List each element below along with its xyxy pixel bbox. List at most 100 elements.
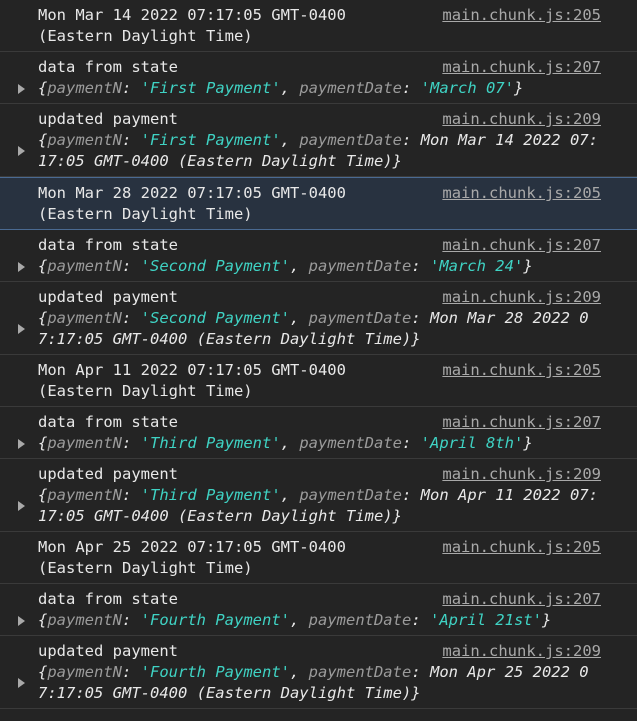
colon: : [122,309,141,327]
console-message[interactable]: Mon Apr 11 2022 07:17:05 GMT-0400 (Easte… [0,355,637,407]
expand-triangle-icon[interactable] [18,616,25,626]
source-link[interactable]: main.chunk.js:209 [430,287,601,308]
console-message[interactable]: data from state main.chunk.js:207 {payment… [0,230,637,282]
expand-triangle-icon[interactable] [18,324,25,334]
console-message[interactable]: data from state main.chunk.js:207 {payment… [0,52,637,104]
comma: , [289,257,309,275]
log-label: data from state [38,236,178,254]
brace-open: { [38,79,48,97]
object-preview[interactable]: {paymentN: 'Third Payment', paymentDate:… [18,433,601,454]
source-link[interactable]: main.chunk.js:209 [430,641,601,662]
object-preview[interactable]: {paymentN: 'Second Payment', paymentDate… [18,308,601,350]
expand-triangle-icon[interactable] [18,501,25,511]
brace-open: { [38,257,48,275]
log-label: data from state [38,590,178,608]
console-panel: Mon Mar 14 2022 07:17:05 GMT-0400 (Easte… [0,0,637,721]
value: 'March 24' [429,257,524,275]
brace-close: } [541,611,552,629]
key-label: paymentN [47,611,122,629]
colon: : [122,79,141,97]
colon: : [401,131,421,149]
brace-close: } [392,152,402,170]
expand-triangle-icon[interactable] [18,678,25,688]
value-string: 'Second Payment' [140,257,290,275]
brace-close: } [523,257,533,275]
comma: , [289,611,309,629]
brace-open: { [38,486,48,504]
comma: , [289,663,309,681]
colon: : [401,434,421,452]
log-text: Mon Apr 11 2022 07:17:05 GMT-0400 (Easte… [38,361,346,400]
log-text: Mon Mar 14 2022 07:17:05 GMT-0400 (Easte… [38,6,346,45]
brace-open: { [38,663,48,681]
key-label: paymentDate [299,486,402,504]
log-label: updated payment [38,465,178,483]
source-link[interactable]: main.chunk.js:207 [430,412,601,433]
value-string: 'Third Payment' [140,434,281,452]
colon: : [401,79,421,97]
key-label: paymentN [47,309,122,327]
expand-triangle-icon[interactable] [18,146,25,156]
source-link[interactable]: main.chunk.js:209 [430,109,601,130]
key-label: paymentDate [308,611,412,629]
value-string: 'First Payment' [140,79,281,97]
key-label: paymentN [47,486,122,504]
colon: : [401,486,421,504]
expand-triangle-icon[interactable] [18,84,25,94]
log-label: updated payment [38,642,178,660]
value: 'April 21st' [429,611,542,629]
object-preview[interactable]: {paymentN: 'First Payment', paymentDate:… [18,130,601,172]
key-label: paymentN [47,131,122,149]
key-label: paymentDate [299,79,402,97]
value-string: 'Fourth Payment' [140,663,290,681]
source-link[interactable]: main.chunk.js:205 [430,183,601,225]
comma: , [280,486,300,504]
object-preview[interactable]: {paymentN: 'Fourth Payment', paymentDate… [18,610,601,631]
expand-triangle-icon[interactable] [18,262,25,272]
console-message[interactable]: updated payment main.chunk.js:209 {payment… [0,636,637,709]
brace-close: } [513,79,524,97]
brace-open: { [38,434,48,452]
source-link[interactable]: main.chunk.js:207 [430,57,601,78]
value: 'April 8th' [420,434,524,452]
brace-close: } [523,434,533,452]
value: 'March 07' [420,79,514,97]
console-message[interactable]: data from state main.chunk.js:207 {payment… [0,584,637,636]
colon: : [122,486,141,504]
console-message[interactable]: data from state main.chunk.js:207 {payment… [0,407,637,459]
key-label: paymentN [47,257,122,275]
console-message[interactable]: Mon Mar 14 2022 07:17:05 GMT-0400 (Easte… [0,0,637,52]
log-label: data from state [38,413,178,431]
object-preview[interactable]: {paymentN: 'Fourth Payment', paymentDate… [18,662,601,704]
source-link[interactable]: main.chunk.js:205 [430,360,601,402]
console-message[interactable]: Mon Mar 28 2022 07:17:05 GMT-0400 (Easte… [0,177,637,230]
value-string: 'Fourth Payment' [140,611,290,629]
key-label: paymentDate [308,309,412,327]
object-preview[interactable]: {paymentN: 'First Payment', paymentDate:… [18,78,601,99]
source-link[interactable]: main.chunk.js:205 [430,537,601,579]
object-preview[interactable]: {paymentN: 'Second Payment', paymentDate… [18,256,601,277]
log-label: updated payment [38,288,178,306]
colon: : [122,257,141,275]
source-link[interactable]: main.chunk.js:207 [430,589,601,610]
key-label: paymentN [47,663,122,681]
source-link[interactable]: main.chunk.js:207 [430,235,601,256]
value-string: 'First Payment' [140,131,281,149]
console-message[interactable]: Mon Apr 25 2022 07:17:05 GMT-0400 (Easte… [0,532,637,584]
log-label: data from state [38,58,178,76]
expand-triangle-icon[interactable] [18,439,25,449]
source-link[interactable]: main.chunk.js:205 [430,5,601,47]
colon: : [122,611,141,629]
log-label: updated payment [38,110,178,128]
console-message[interactable]: updated payment main.chunk.js:209 {payment… [0,459,637,532]
object-preview[interactable]: {paymentN: 'Third Payment', paymentDate:… [18,485,601,527]
colon: : [122,663,141,681]
console-message[interactable]: updated payment main.chunk.js:209 {payment… [0,104,637,177]
colon: : [122,131,141,149]
source-link[interactable]: main.chunk.js:209 [430,464,601,485]
comma: , [280,131,300,149]
console-message[interactable]: updated payment main.chunk.js:209 {payment… [0,282,637,355]
brace-close: } [411,684,421,702]
value-string: 'Second Payment' [140,309,290,327]
log-text: Mon Mar 28 2022 07:17:05 GMT-0400 (Easte… [38,184,346,223]
